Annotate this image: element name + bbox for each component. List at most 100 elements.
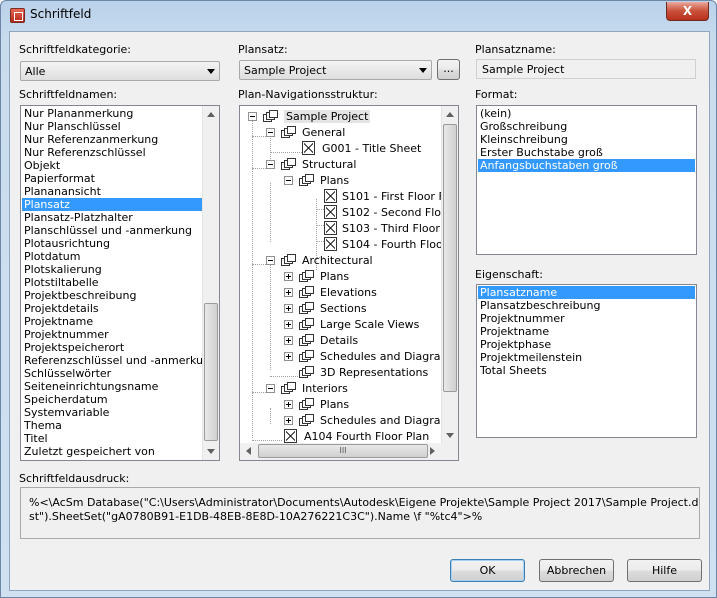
- sheet-navigation-tree[interactable]: Sample Project General G001 - Title Shee…: [239, 105, 459, 461]
- list-item[interactable]: Nur Plananmerkung: [22, 107, 202, 120]
- list-item[interactable]: Plansatzbeschreibung: [478, 299, 695, 312]
- list-item[interactable]: Projektnummer: [478, 312, 695, 325]
- list-item[interactable]: Projektname: [22, 315, 202, 328]
- list-item[interactable]: Plansatzname: [478, 286, 695, 299]
- expand-icon[interactable]: [284, 336, 293, 345]
- title-bar[interactable]: Schriftfeld X: [1, 1, 716, 31]
- list-item[interactable]: Seiteneinrichtungsname: [22, 380, 202, 393]
- list-item[interactable]: Plansatz-Platzhalter: [22, 211, 202, 224]
- list-item[interactable]: Total Sheets: [478, 364, 695, 377]
- list-item[interactable]: Projektmeilenstein: [478, 351, 695, 364]
- list-item[interactable]: Nur Referenzanmerkung: [22, 133, 202, 146]
- list-item[interactable]: Plotausrichtung: [22, 237, 202, 250]
- tree-node-sheet-s103[interactable]: S103 - Third Floor Fra: [324, 220, 442, 236]
- sheetset-dropdown[interactable]: Sample Project: [239, 60, 432, 80]
- tree-node-arch-plans[interactable]: Plans: [282, 268, 442, 284]
- list-item[interactable]: Projektspeicherort: [22, 341, 202, 354]
- tree-node-3d-representations[interactable]: 3D Representations: [282, 364, 442, 380]
- collapse-icon[interactable]: [266, 256, 275, 265]
- collapse-icon[interactable]: [266, 160, 275, 169]
- list-item[interactable]: Plotskalierung: [22, 263, 202, 276]
- tree-node-sheet-s101[interactable]: S101 - First Floor Fra: [324, 188, 442, 204]
- list-item[interactable]: Erster Buchstabe groß: [478, 146, 695, 159]
- scroll-thumb[interactable]: III: [258, 444, 428, 458]
- category-dropdown[interactable]: Alle: [20, 61, 220, 81]
- scroll-thumb[interactable]: [443, 124, 457, 392]
- tree-node-sheet-a104[interactable]: A104 Fourth Floor Plan: [284, 428, 442, 444]
- collapse-icon[interactable]: [248, 112, 257, 121]
- list-item[interactable]: Projektphase: [478, 338, 695, 351]
- tree-node-sheet-g001[interactable]: G001 - Title Sheet: [302, 140, 442, 156]
- tree-node-sheet-s104[interactable]: S104 - Fourth Floor F: [324, 236, 442, 252]
- close-button[interactable]: X: [666, 2, 709, 21]
- tree-node-general[interactable]: General: [264, 124, 434, 140]
- expand-icon[interactable]: [284, 400, 293, 409]
- list-item[interactable]: Titel: [22, 432, 202, 445]
- list-item[interactable]: Papierformat: [22, 172, 202, 185]
- expand-icon[interactable]: [284, 304, 293, 313]
- tree-node-root[interactable]: Sample Project: [246, 108, 436, 124]
- list-item[interactable]: Schlüsselwörter: [22, 367, 202, 380]
- expand-icon[interactable]: [284, 320, 293, 329]
- tree-node-interior-schedules[interactable]: Schedules and Diagrams: [282, 412, 442, 428]
- list-item[interactable]: Kleinschreibung: [478, 133, 695, 146]
- list-item[interactable]: Nur Planschlüssel: [22, 120, 202, 133]
- scroll-thumb[interactable]: [204, 303, 218, 441]
- list-item[interactable]: Projektname: [478, 325, 695, 338]
- scroll-down-icon[interactable]: [442, 427, 458, 444]
- scroll-down-icon[interactable]: [203, 443, 219, 460]
- list-item[interactable]: Speicherdatum: [22, 393, 202, 406]
- list-item[interactable]: Plotstiltabelle: [22, 276, 202, 289]
- expand-icon[interactable]: [284, 288, 293, 297]
- tree-node-structural[interactable]: Structural: [264, 156, 434, 172]
- tree-node-arch-schedules[interactable]: Schedules and Diagrams: [282, 348, 442, 364]
- list-item[interactable]: Projektdetails: [22, 302, 202, 315]
- ok-button[interactable]: OK: [450, 559, 525, 582]
- list-item[interactable]: Projektbeschreibung: [22, 289, 202, 302]
- list-item[interactable]: Nur Referenzschlüssel: [22, 146, 202, 159]
- list-item[interactable]: Großschreibung: [478, 120, 695, 133]
- scroll-right-icon[interactable]: [424, 443, 441, 459]
- list-item[interactable]: Systemvariable: [22, 406, 202, 419]
- tree-node-structural-plans[interactable]: Plans: [282, 172, 432, 188]
- expand-icon[interactable]: [284, 272, 293, 281]
- field-names-label: Schriftfeldnamen:: [19, 88, 118, 101]
- collapse-icon[interactable]: [266, 128, 275, 137]
- tree-node-interiors[interactable]: Interiors: [264, 380, 434, 396]
- tree-node-sheet-s102[interactable]: S102 - Second Floor F: [324, 204, 442, 220]
- cancel-button[interactable]: Abbrechen: [539, 559, 614, 582]
- scroll-up-icon[interactable]: [442, 106, 458, 123]
- list-item[interactable]: Plananansicht: [22, 185, 202, 198]
- scroll-up-icon[interactable]: [203, 106, 219, 123]
- tree-node-architectural[interactable]: Architectural: [264, 252, 434, 268]
- field-names-list[interactable]: Nur Plananmerkung Nur Planschlüssel Nur Re…: [20, 105, 220, 461]
- list-item[interactable]: Referenzschlüssel und -anmerkung: [22, 354, 217, 367]
- tree-node-interior-plans[interactable]: Plans: [282, 396, 442, 412]
- list-item[interactable]: Projektnummer: [22, 328, 202, 341]
- list-item[interactable]: Anfangsbuchstaben groß: [478, 159, 695, 172]
- tree-node-details[interactable]: Details: [282, 332, 442, 348]
- tree-vertical-scrollbar[interactable]: [441, 106, 458, 444]
- list-item[interactable]: (kein): [478, 107, 695, 120]
- expand-icon[interactable]: [284, 352, 293, 361]
- collapse-icon[interactable]: [284, 176, 293, 185]
- tree-node-sections[interactable]: Sections: [282, 300, 442, 316]
- list-item[interactable]: Planschlüssel und -anmerkung: [22, 224, 202, 237]
- expression-field[interactable]: %<\AcSm Database("C:\Users\Administrator…: [20, 487, 700, 539]
- expand-icon[interactable]: [284, 416, 293, 425]
- list-item[interactable]: Zuletzt gespeichert von: [22, 445, 202, 458]
- scroll-left-icon[interactable]: [240, 443, 257, 459]
- property-list[interactable]: Plansatzname Plansatzbeschreibung Projektn…: [476, 284, 697, 438]
- format-list[interactable]: (kein) Großschreibung Kleinschreibung Erste…: [476, 105, 697, 255]
- browse-button[interactable]: ...: [437, 59, 460, 80]
- collapse-icon[interactable]: [266, 384, 275, 393]
- tree-node-elevations[interactable]: Elevations: [282, 284, 442, 300]
- help-button[interactable]: Hilfe: [627, 559, 702, 582]
- list-item[interactable]: Thema: [22, 419, 202, 432]
- tree-node-large-scale-views[interactable]: Large Scale Views: [282, 316, 442, 332]
- list-item[interactable]: Plotdatum: [22, 250, 202, 263]
- list-item[interactable]: Plansatz: [22, 198, 202, 211]
- tree-horizontal-scrollbar[interactable]: III: [240, 443, 458, 460]
- list-item[interactable]: Objekt: [22, 159, 202, 172]
- field-names-scrollbar[interactable]: [202, 106, 219, 460]
